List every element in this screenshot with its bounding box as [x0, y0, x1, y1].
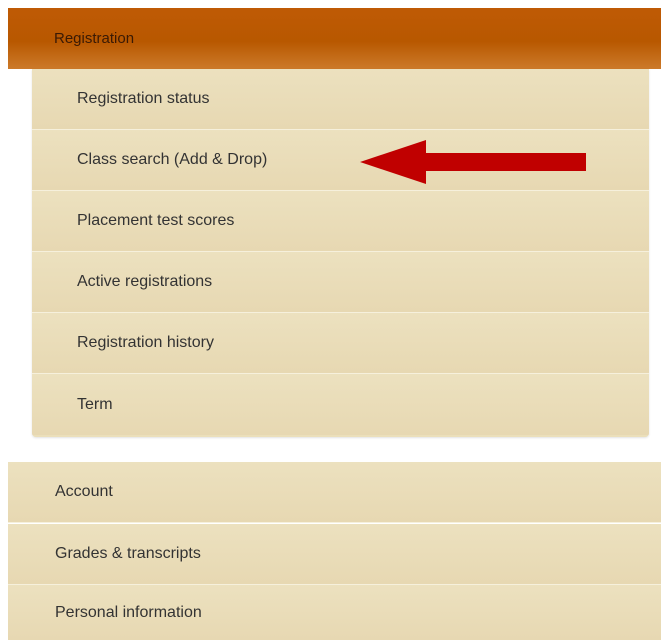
submenu-item-active-registrations[interactable]: Active registrations [32, 252, 649, 313]
registration-section-header[interactable]: Registration [8, 8, 661, 69]
submenu-item-label: Term [77, 395, 113, 413]
arrow-shape [360, 140, 586, 184]
submenu-item-label: Registration history [77, 334, 214, 351]
submenu-item-registration-status[interactable]: Registration status [32, 69, 649, 130]
registration-submenu: Registration status Class search (Add & … [32, 69, 649, 437]
submenu-item-label: Placement test scores [77, 212, 235, 229]
left-arrow-icon [360, 140, 586, 184]
registration-menu-page: Registration Registration status Class s… [0, 0, 661, 640]
submenu-item-placement-test-scores[interactable]: Placement test scores [32, 191, 649, 252]
submenu-item-label: Active registrations [77, 273, 213, 290]
menu-item-grades-transcripts[interactable]: Grades & transcripts [8, 524, 661, 585]
menu-item-account[interactable]: Account [8, 462, 661, 523]
menu-item-label: Personal information [55, 603, 202, 621]
registration-section-label: Registration [54, 30, 135, 47]
menu-item-label: Grades & transcripts [55, 545, 201, 562]
submenu-item-term[interactable]: Term [32, 374, 649, 435]
menu-item-personal-information[interactable]: Personal information [8, 585, 661, 640]
submenu-item-label: Class search (Add & Drop) [77, 151, 268, 168]
menu-item-label: Account [55, 483, 113, 500]
submenu-item-label: Registration status [77, 90, 210, 107]
submenu-item-registration-history[interactable]: Registration history [32, 313, 649, 374]
